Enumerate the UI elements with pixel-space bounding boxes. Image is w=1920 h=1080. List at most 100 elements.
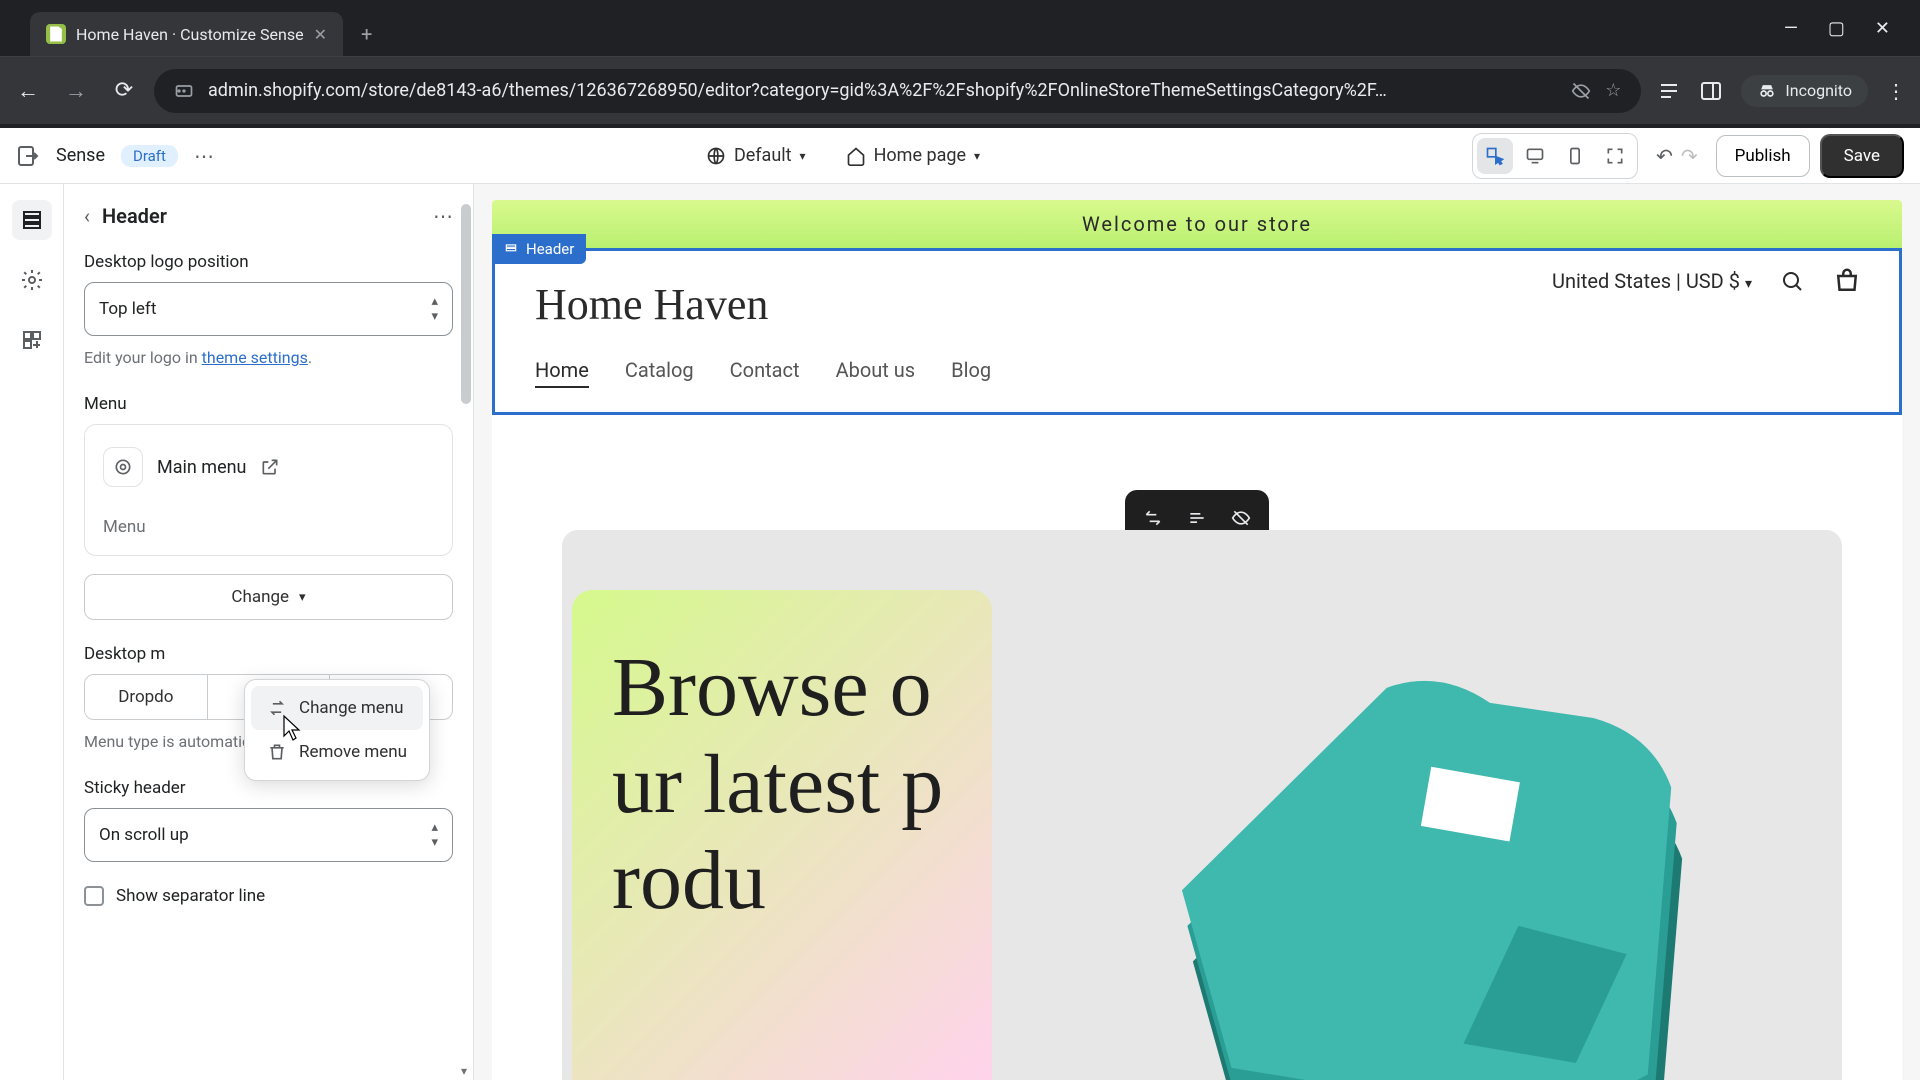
theme-editor: Sense Draft ⋯ Default ▾ Home page ▾ [0, 128, 1920, 1080]
site-info-icon[interactable] [174, 81, 194, 101]
preview-canvas: Welcome to our store Header Home Haven U… [474, 184, 1920, 1080]
menu-resource-icon [103, 447, 143, 487]
nav-catalog[interactable]: Catalog [625, 358, 694, 388]
chevron-down-icon: ▾ [974, 149, 980, 163]
remove-menu-label: Remove menu [299, 742, 407, 762]
nav-about[interactable]: About us [836, 358, 916, 388]
mobile-preview-icon[interactable] [1557, 138, 1593, 174]
seg-dropdown[interactable]: Dropdo [85, 675, 208, 719]
logo-position-label: Desktop logo position [84, 252, 453, 272]
address-bar: ← → ⟳ admin.shopify.com/store/de8143-a6/… [0, 56, 1920, 124]
bookmark-star-icon[interactable]: ☆ [1605, 80, 1621, 101]
back-icon[interactable]: ← [14, 78, 42, 104]
tab-title: Home Haven · Customize Sense [76, 25, 304, 44]
change-dropdown-menu: Change menu Remove menu [244, 679, 430, 781]
browser-menu-icon[interactable]: ⋮ [1886, 79, 1906, 103]
incognito-badge[interactable]: Incognito [1741, 75, 1868, 107]
scroll-down-icon[interactable]: ▾ [457, 1064, 471, 1078]
nav-home[interactable]: Home [535, 358, 589, 388]
nav-contact[interactable]: Contact [730, 358, 800, 388]
redo-icon[interactable]: ↷ [1681, 144, 1698, 168]
logo-position-select[interactable]: Top left ▴▾ [84, 282, 453, 336]
hero-text-card: Browse our latest produ [572, 590, 992, 1080]
search-icon[interactable] [1780, 269, 1804, 293]
menu-sublabel: Menu [103, 517, 434, 537]
theme-actions-icon[interactable]: ⋯ [194, 144, 214, 168]
incognito-icon [1757, 81, 1777, 101]
minimize-icon[interactable]: — [1784, 18, 1798, 39]
url-input[interactable]: admin.shopify.com/store/de8143-a6/themes… [154, 69, 1641, 113]
desktop-menu-type-label: Desktop m [84, 644, 453, 664]
locale-selector[interactable]: United States | USD $ ▾ [1552, 269, 1752, 293]
close-tab-icon[interactable]: ✕ [314, 25, 327, 44]
theme-settings-link[interactable]: theme settings [202, 348, 308, 367]
apps-rail-icon[interactable] [12, 320, 52, 360]
change-menu-button[interactable]: Change ▾ [84, 574, 453, 620]
globe-icon [706, 146, 726, 166]
browser-chrome: Home Haven · Customize Sense ✕ + — ▢ ✕ ←… [0, 0, 1920, 128]
maximize-icon[interactable]: ▢ [1828, 18, 1845, 39]
sticky-header-select[interactable]: On scroll up ▴▾ [84, 808, 453, 862]
template-label: Default [734, 145, 792, 166]
shopify-favicon [46, 24, 66, 44]
hero-heading: Browse our latest produ [612, 640, 952, 930]
nav-blog[interactable]: Blog [951, 358, 991, 388]
undo-icon[interactable]: ↶ [1656, 144, 1673, 168]
side-panel-icon[interactable] [1699, 79, 1723, 103]
announcement-bar[interactable]: Welcome to our store [492, 200, 1902, 248]
device-preview-group [1472, 133, 1638, 179]
page-selector[interactable]: Home page ▾ [846, 145, 980, 166]
cart-icon[interactable] [1832, 266, 1862, 296]
logo-help-text: Edit your logo in theme settings. [84, 346, 453, 370]
page-label: Home page [874, 145, 966, 166]
reload-icon[interactable]: ⟳ [110, 78, 138, 103]
close-window-icon[interactable]: ✕ [1875, 18, 1890, 39]
header-nav: Home Catalog Contact About us Blog [535, 358, 1859, 388]
home-icon [846, 146, 866, 166]
sidebar-scrollbar[interactable] [461, 204, 471, 404]
store-preview[interactable]: Welcome to our store Header Home Haven U… [492, 200, 1902, 1080]
section-actions-icon[interactable]: ⋯ [433, 204, 453, 228]
publish-button[interactable]: Publish [1716, 135, 1810, 177]
chevron-down-icon: ▾ [299, 590, 306, 605]
hero-section[interactable]: Browse our latest produ [562, 530, 1842, 1080]
sections-rail-icon[interactable] [12, 200, 52, 240]
preview-header-section[interactable]: Home Haven United States | USD $ ▾ Home … [492, 248, 1902, 415]
editor-topbar: Sense Draft ⋯ Default ▾ Home page ▾ [0, 128, 1920, 184]
window-controls: — ▢ ✕ [1784, 18, 1910, 39]
new-tab-button[interactable]: + [351, 22, 382, 46]
desktop-preview-icon[interactable] [1517, 138, 1553, 174]
theme-name: Sense [56, 145, 105, 166]
browser-tab[interactable]: Home Haven · Customize Sense ✕ [30, 12, 343, 56]
chevron-down-icon: ▾ [1745, 276, 1752, 292]
separator-checkbox-row[interactable]: Show separator line [84, 886, 453, 906]
forward-icon[interactable]: → [62, 78, 90, 104]
select-caret-icon: ▴▾ [431, 821, 438, 849]
tab-bar: Home Haven · Customize Sense ✕ + — ▢ ✕ [0, 0, 1920, 56]
trash-icon [267, 742, 287, 762]
eye-off-icon[interactable] [1571, 81, 1591, 101]
external-link-icon[interactable] [260, 457, 280, 477]
settings-rail-icon[interactable] [12, 260, 52, 300]
separator-checkbox[interactable] [84, 886, 104, 906]
reading-list-icon[interactable] [1657, 79, 1681, 103]
incognito-label: Incognito [1785, 81, 1852, 100]
fullscreen-preview-icon[interactable] [1597, 138, 1633, 174]
inspector-mode-icon[interactable] [1477, 138, 1513, 174]
sidebar-title: Header [102, 204, 167, 228]
menu-card: Main menu Menu [84, 424, 453, 556]
menu-name: Main menu [157, 457, 246, 478]
back-icon[interactable]: ‹ [84, 204, 90, 228]
save-button[interactable]: Save [1820, 134, 1904, 178]
chevron-down-icon: ▾ [800, 149, 806, 163]
left-rail [0, 184, 64, 1080]
sticky-value: On scroll up [99, 825, 189, 845]
url-text: admin.shopify.com/store/de8143-a6/themes… [208, 80, 1557, 101]
change-menu-label: Change menu [299, 698, 404, 718]
settings-sidebar: ‹ Header ⋯ Desktop logo position Top lef… [64, 184, 474, 1080]
template-selector[interactable]: Default ▾ [706, 145, 806, 166]
dropdown-change-menu[interactable]: Change menu [251, 686, 423, 730]
select-caret-icon: ▴▾ [431, 295, 438, 323]
dropdown-remove-menu[interactable]: Remove menu [251, 730, 423, 774]
exit-editor-icon[interactable] [16, 144, 40, 168]
